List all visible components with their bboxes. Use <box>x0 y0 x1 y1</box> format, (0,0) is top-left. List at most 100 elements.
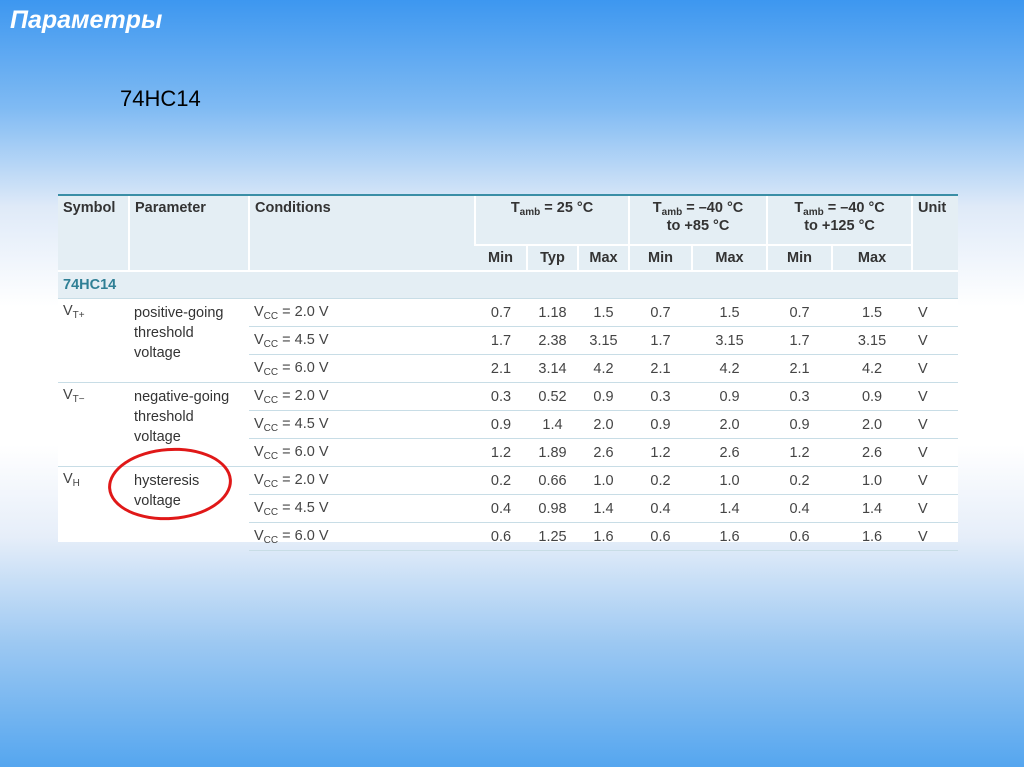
header-tamb-85: Tamb = –40 °C to +85 °C <box>628 194 768 245</box>
condition-cell: VCC = 2.0 V <box>249 298 475 327</box>
unit-cell: V <box>912 326 959 355</box>
header-symbol: Symbol <box>58 194 129 271</box>
value-cell: 0.2 <box>629 466 693 495</box>
subheader-min: Min <box>766 244 833 271</box>
table-row: VT+ positive-going threshold voltage VCC… <box>58 298 959 383</box>
value-cell: 4.2 <box>832 354 913 383</box>
header-conditions: Conditions <box>248 194 475 271</box>
value-cell: 1.5 <box>578 298 630 327</box>
value-cell: 4.2 <box>578 354 630 383</box>
value-cell: 2.1 <box>767 354 833 383</box>
value-cell: 1.2 <box>629 438 693 467</box>
section-label: 74HC14 <box>58 270 959 299</box>
unit-cell: V <box>912 382 959 411</box>
value-cell: 1.4 <box>527 410 578 439</box>
table-row: VT− negative-going threshold voltage VCC… <box>58 382 959 467</box>
value-cell: 0.9 <box>767 410 833 439</box>
slide-title: Параметры <box>10 6 163 34</box>
subheader-min: Min <box>475 244 527 271</box>
unit-cell: V <box>912 494 959 523</box>
unit-cell: V <box>912 410 959 439</box>
value-cell: 2.0 <box>692 410 768 439</box>
value-cell: 0.2 <box>475 466 527 495</box>
value-cell: 3.15 <box>832 326 913 355</box>
value-cell: 2.1 <box>475 354 527 383</box>
value-cell: 2.6 <box>692 438 768 467</box>
value-cell: 1.89 <box>527 438 578 467</box>
value-cell: 1.2 <box>475 438 527 467</box>
value-cell: 1.7 <box>629 326 693 355</box>
header-tamb-25: Tamb = 25 °C <box>473 194 630 245</box>
value-cell: 0.98 <box>527 494 578 523</box>
value-cell: 1.6 <box>578 522 630 551</box>
value-cell: 0.9 <box>629 410 693 439</box>
value-cell: 0.7 <box>629 298 693 327</box>
condition-cell: VCC = 2.0 V <box>249 382 475 411</box>
condition-cell: VCC = 4.5 V <box>249 410 475 439</box>
value-cell: 1.2 <box>767 438 833 467</box>
value-cell: 0.6 <box>629 522 693 551</box>
value-cell: 0.9 <box>692 382 768 411</box>
header-row: Symbol Parameter Conditions Tamb = 25 °C… <box>58 194 959 271</box>
subheader-max: Max <box>691 244 768 271</box>
slide-subtitle: 74HC14 <box>120 86 201 111</box>
value-cell: 0.3 <box>629 382 693 411</box>
value-cell: 1.4 <box>832 494 913 523</box>
value-cell: 1.25 <box>527 522 578 551</box>
value-cell: 1.5 <box>832 298 913 327</box>
value-cell: 0.66 <box>527 466 578 495</box>
value-cell: 1.18 <box>527 298 578 327</box>
value-cell: 2.0 <box>832 410 913 439</box>
value-cell: 3.15 <box>578 326 630 355</box>
value-cell: 1.6 <box>832 522 913 551</box>
header-parameter: Parameter <box>128 194 249 271</box>
value-cell: 1.5 <box>692 298 768 327</box>
value-cell: 3.14 <box>527 354 578 383</box>
value-cell: 0.9 <box>578 382 630 411</box>
subheader-max: Max <box>576 244 630 271</box>
value-cell: 0.6 <box>767 522 833 551</box>
header-unit: Unit <box>911 194 959 271</box>
value-cell: 1.4 <box>692 494 768 523</box>
symbol-cell: VT− <box>58 382 129 467</box>
value-cell: 2.1 <box>629 354 693 383</box>
value-cell: 0.4 <box>629 494 693 523</box>
value-cell: 0.4 <box>475 494 527 523</box>
header-tamb-125: Tamb = –40 °C to +125 °C <box>766 194 913 245</box>
value-cell: 1.0 <box>832 466 913 495</box>
condition-cell: VCC = 6.0 V <box>249 438 475 467</box>
section-row: 74HC14 <box>58 270 959 299</box>
value-cell: 3.15 <box>692 326 768 355</box>
value-cell: 2.38 <box>527 326 578 355</box>
value-cell: 4.2 <box>692 354 768 383</box>
value-cell: 1.6 <box>692 522 768 551</box>
unit-cell: V <box>912 298 959 327</box>
value-cell: 0.3 <box>475 382 527 411</box>
value-cell: 2.6 <box>578 438 630 467</box>
subheader-min: Min <box>628 244 693 271</box>
value-cell: 1.7 <box>475 326 527 355</box>
value-cell: 1.0 <box>692 466 768 495</box>
value-cell: 2.6 <box>832 438 913 467</box>
condition-cell: VCC = 4.5 V <box>249 326 475 355</box>
condition-cell: VCC = 2.0 V <box>249 466 475 495</box>
value-cell: 0.9 <box>832 382 913 411</box>
unit-cell: V <box>912 522 959 551</box>
subheader-typ: Typ <box>526 244 578 271</box>
parameter-cell: positive-going threshold voltage <box>129 298 249 383</box>
value-cell: 1.0 <box>578 466 630 495</box>
value-cell: 0.6 <box>475 522 527 551</box>
value-cell: 2.0 <box>578 410 630 439</box>
value-cell: 0.4 <box>767 494 833 523</box>
condition-cell: VCC = 6.0 V <box>249 354 475 383</box>
value-cell: 0.2 <box>767 466 833 495</box>
condition-cell: VCC = 6.0 V <box>249 522 475 551</box>
value-cell: 0.3 <box>767 382 833 411</box>
unit-cell: V <box>912 354 959 383</box>
value-cell: 1.7 <box>767 326 833 355</box>
value-cell: 0.7 <box>767 298 833 327</box>
unit-cell: V <box>912 438 959 467</box>
value-cell: 1.4 <box>578 494 630 523</box>
value-cell: 0.7 <box>475 298 527 327</box>
value-cell: 0.52 <box>527 382 578 411</box>
